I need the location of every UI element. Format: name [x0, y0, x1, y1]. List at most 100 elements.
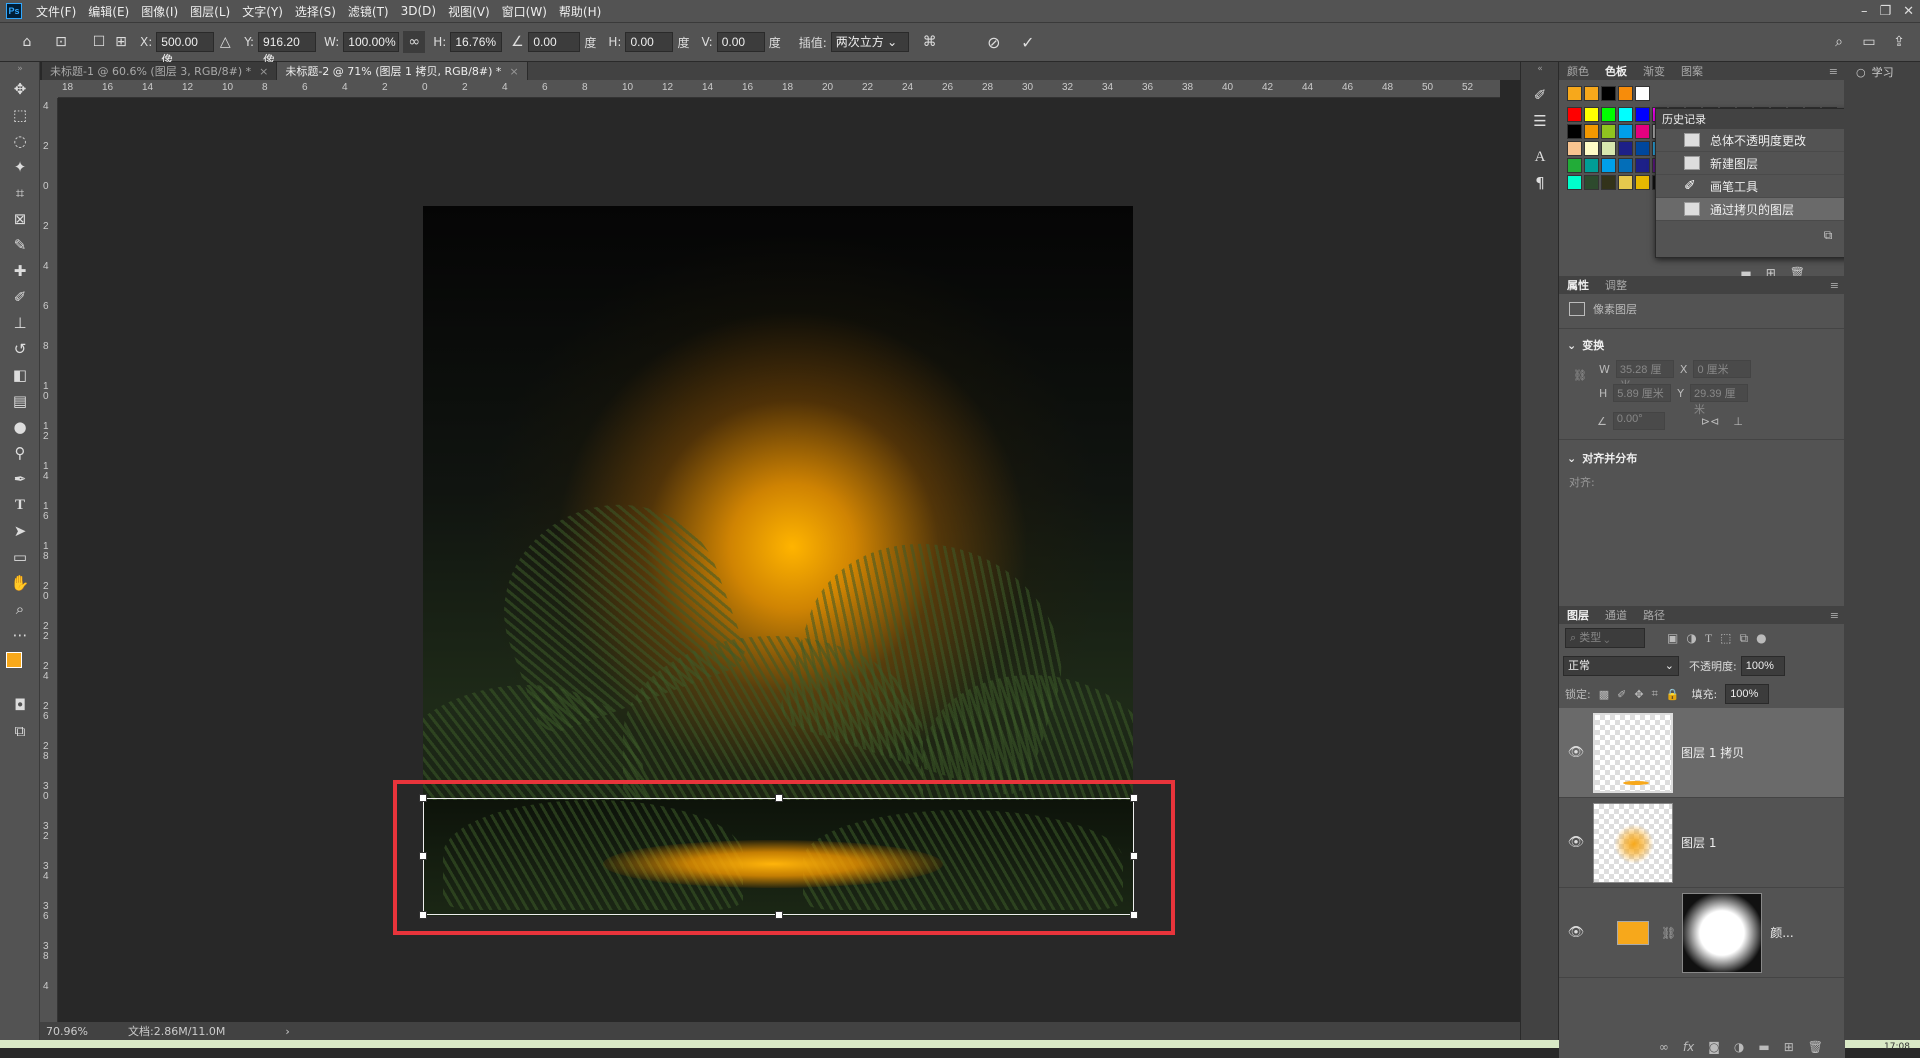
swatch[interactable] — [1635, 141, 1650, 156]
cancel-transform-icon[interactable]: ⊘ — [983, 31, 1005, 53]
magic-wand-tool-icon[interactable]: ✦ — [0, 154, 40, 180]
transform-section-header[interactable]: ⌄ 变换 — [1559, 333, 1845, 357]
swatch[interactable] — [1601, 86, 1616, 101]
warp-icon[interactable]: ⌘ — [919, 31, 941, 53]
brush-tool-icon[interactable]: ✐ — [0, 284, 40, 310]
lasso-tool-icon[interactable]: ◌ — [0, 128, 40, 154]
lock-artboard-icon[interactable]: ⌗ — [1652, 687, 1658, 701]
adjustments-icon[interactable]: ☰ — [1521, 108, 1559, 134]
swatch[interactable] — [1601, 158, 1616, 173]
panel-menu-icon[interactable]: ≡ — [1829, 65, 1838, 78]
gradient-tool-icon[interactable]: ▤ — [0, 388, 40, 414]
stamp-tool-icon[interactable]: ⊥ — [0, 310, 40, 336]
dodge-tool-icon[interactable]: ⚲ — [0, 440, 40, 466]
quick-mask-icon[interactable]: ◘ — [0, 692, 40, 718]
lock-pixels-icon[interactable]: ✐ — [1617, 688, 1626, 701]
eyedropper-tool-icon[interactable]: ✎ — [0, 232, 40, 258]
swatch[interactable] — [1584, 175, 1599, 190]
learn-tab[interactable]: ○ 学习 — [1844, 62, 1920, 82]
path-selection-tool-icon[interactable]: ➤ — [0, 518, 40, 544]
pen-tool-icon[interactable]: ✒ — [0, 466, 40, 492]
swatch[interactable] — [1584, 86, 1599, 101]
menu-help[interactable]: 帮助(H) — [553, 3, 607, 20]
layer-name[interactable]: 图层 1 拷贝 — [1681, 744, 1744, 761]
align-section-header[interactable]: ⌄ 对齐并分布 — [1559, 446, 1845, 470]
tab-paths[interactable]: 路径 — [1635, 607, 1673, 623]
eraser-tool-icon[interactable]: ◧ — [0, 362, 40, 388]
brush-settings-icon[interactable]: ✐ — [1521, 82, 1559, 108]
commit-transform-icon[interactable]: ✓ — [1017, 31, 1039, 53]
color-swatches[interactable] — [0, 648, 40, 692]
lock-transparent-icon[interactable]: ▩ — [1599, 688, 1609, 701]
toolbar-collapse-icon[interactable]: » — [0, 62, 40, 76]
swatch[interactable] — [1567, 86, 1582, 101]
menu-file[interactable]: 文件(F) — [30, 3, 82, 20]
close-tab-icon[interactable]: × — [259, 65, 268, 78]
swatch[interactable] — [1601, 175, 1616, 190]
swatch[interactable] — [1635, 107, 1650, 122]
w-field[interactable]: 35.28 厘米 — [1615, 360, 1674, 392]
opacity-field[interactable]: 100% — [1740, 656, 1785, 676]
paragraph-panel-icon[interactable]: ¶ — [1521, 170, 1559, 196]
blend-mode-select[interactable]: 正常 ⌄ — [1563, 656, 1679, 676]
swatch[interactable] — [1618, 107, 1633, 122]
frame-tool-icon[interactable]: ⊠ — [0, 206, 40, 232]
filter-shape-icon[interactable]: ⬚ — [1720, 631, 1731, 645]
vskew-field[interactable]: 0.00 — [716, 32, 765, 52]
tab-gradients[interactable]: 渐变 — [1635, 63, 1673, 79]
hand-tool-icon[interactable]: ✋ — [0, 570, 40, 596]
menu-image[interactable]: 图像(I) — [135, 3, 184, 20]
status-menu-arrow[interactable]: › — [285, 1025, 289, 1038]
new-group-icon[interactable]: ▬ — [1758, 1040, 1769, 1054]
close-icon[interactable]: ✕ — [1903, 4, 1914, 19]
delta-icon[interactable]: △ — [214, 31, 236, 53]
fx-icon[interactable]: fx — [1683, 1040, 1694, 1054]
menu-view[interactable]: 视图(V) — [442, 3, 496, 20]
lock-all-icon[interactable]: 🔒 — [1666, 688, 1680, 701]
tab-properties[interactable]: 属性 — [1559, 277, 1597, 293]
y-field[interactable]: 29.39 厘米 — [1690, 384, 1749, 416]
restore-icon[interactable]: ❐ — [1879, 4, 1891, 19]
zoom-tool-icon[interactable]: ⌕ — [0, 596, 40, 622]
type-tool-icon[interactable]: T — [0, 492, 40, 518]
fill-field[interactable]: 100% — [1725, 684, 1770, 704]
swatch[interactable] — [1618, 175, 1633, 190]
dock-collapse-icon[interactable]: « — [1521, 62, 1559, 76]
layer-row[interactable]: 👁 ⛓ 颜... — [1559, 888, 1845, 978]
swatch[interactable] — [1584, 141, 1599, 156]
layer-name[interactable]: 图层 1 — [1681, 834, 1716, 851]
visibility-eye-icon[interactable]: 👁 — [1559, 745, 1593, 760]
y-field[interactable]: 916.20 像 — [258, 32, 317, 67]
interp-select[interactable]: 两次立方 ⌄ — [830, 32, 909, 52]
new-document-from-state-icon[interactable]: ⧉ — [1824, 228, 1833, 243]
tab-adjustments[interactable]: 调整 — [1597, 277, 1635, 293]
layer-row[interactable]: 👁 图层 1 拷贝 — [1559, 708, 1845, 798]
swatch[interactable] — [1567, 158, 1582, 173]
vertical-ruler[interactable]: 4 2 0 2 4 6 8 10 12 14 16 18 20 22 24 26 28 30 32 34 36 38 4 — [40, 98, 58, 1022]
panel-menu-icon[interactable]: ≡ — [1830, 609, 1839, 622]
h-field[interactable]: 16.76% — [450, 32, 503, 52]
home-icon[interactable]: ⌂ — [16, 31, 38, 53]
zoom-level[interactable]: 70.96% — [46, 1025, 108, 1038]
swatch[interactable] — [1567, 141, 1582, 156]
swatch[interactable] — [1618, 141, 1633, 156]
visibility-eye-icon[interactable]: 👁 — [1559, 925, 1593, 940]
marquee-tool-icon[interactable]: ⬚ — [0, 102, 40, 128]
character-panel-icon[interactable]: A — [1521, 144, 1559, 170]
healing-tool-icon[interactable]: ✚ — [0, 258, 40, 284]
swatch[interactable] — [1618, 158, 1633, 173]
x-field[interactable]: 500.00 像 — [156, 32, 215, 67]
layer-row[interactable]: 👁 图层 1 — [1559, 798, 1845, 888]
link-icon[interactable]: ∞ — [403, 31, 426, 53]
blur-tool-icon[interactable]: ● — [0, 414, 40, 440]
angle-field[interactable]: 0.00° — [1612, 412, 1665, 430]
reference-grid-icon[interactable]: ⊞ — [110, 31, 132, 53]
menu-3d[interactable]: 3D(D) — [395, 4, 442, 18]
new-layer-icon[interactable]: ⊞ — [1784, 1040, 1794, 1054]
swatch[interactable] — [1635, 158, 1650, 173]
foreground-color-swatch[interactable] — [6, 652, 22, 668]
swatch[interactable] — [1567, 124, 1582, 139]
reference-point-icon[interactable]: ⊡ — [50, 31, 72, 53]
swatch[interactable] — [1601, 124, 1616, 139]
h-field[interactable]: 5.89 厘米 — [1613, 384, 1672, 402]
